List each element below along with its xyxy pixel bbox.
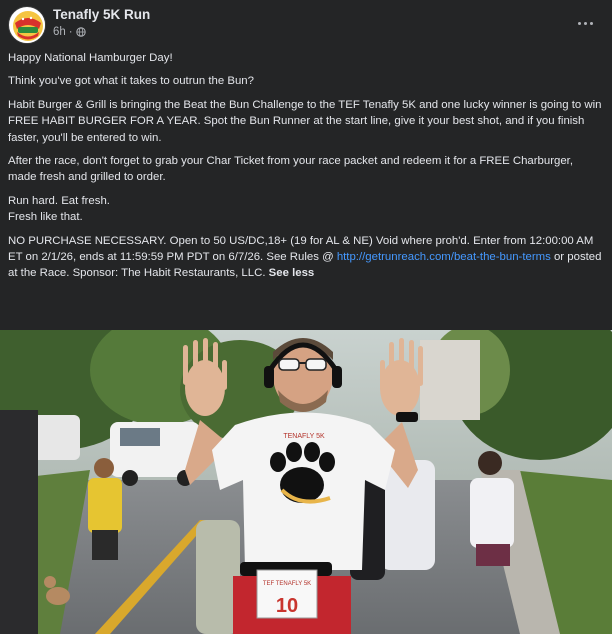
- more-options-icon[interactable]: [578, 16, 598, 30]
- see-less-button[interactable]: See less: [269, 267, 315, 279]
- post-body: Happy National Hamburger Day! Think you'…: [8, 50, 604, 289]
- post-paragraph: Fresh like that.: [8, 211, 83, 224]
- bib-label: TEF TENAFLY 5K: [263, 581, 311, 587]
- page-avatar[interactable]: [8, 6, 46, 44]
- post-paragraph-rules: NO PURCHASE NECESSARY. Open to 50 US/DC,…: [8, 233, 604, 282]
- post-paragraph: After the race, don't forget to grab you…: [8, 155, 574, 184]
- post-header: Tenafly 5K Run 6h ·: [8, 6, 604, 46]
- post-paragraph: Habit Burger & Grill is bringing the Bea…: [8, 98, 602, 144]
- post-paragraph: Happy National Hamburger Day!: [8, 52, 173, 64]
- page-name[interactable]: Tenafly 5K Run: [53, 7, 150, 22]
- globe-icon: [75, 27, 86, 37]
- shirt-text: TENAFLY 5K: [283, 433, 325, 440]
- bib-number: 10: [276, 595, 298, 617]
- facebook-post: Tenafly 5K Run 6h · Happy National Hambu…: [0, 0, 612, 634]
- post-paragraph: Think you've got what it takes to outrun…: [8, 75, 254, 88]
- post-time[interactable]: 6h: [53, 26, 66, 38]
- post-photo[interactable]: TENAFLY 5K TEF TENAFLY 5K 10: [0, 330, 612, 634]
- tenafly-5k-logo-icon: [10, 8, 45, 43]
- meta-separator: ·: [68, 26, 73, 38]
- rules-link[interactable]: http://getrunreach.com/beat-the-bun-term…: [337, 251, 551, 263]
- post-paragraph: Run hard. Eat fresh.: [8, 194, 110, 207]
- post-meta: 6h ·: [53, 26, 86, 38]
- race-photo-image: TENAFLY 5K TEF TENAFLY 5K 10: [0, 330, 612, 634]
